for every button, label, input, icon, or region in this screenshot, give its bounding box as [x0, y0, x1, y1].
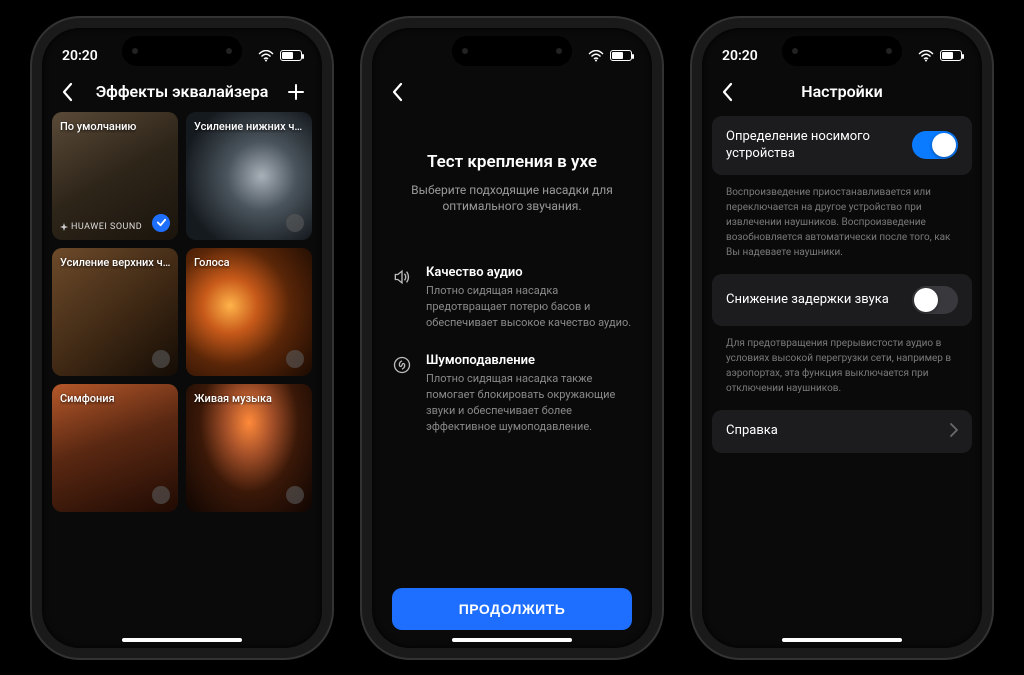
- nav-bar: Эффекты эквалайзера: [42, 74, 322, 112]
- fit-feature-audio: Качество аудио Плотно сидящая насадка пр…: [392, 265, 632, 331]
- huawei-sound-tag: HUAWEI SOUND: [60, 222, 142, 232]
- setting-description: Для предотвращения прерывистости аудио в…: [712, 334, 972, 410]
- preset-radio-icon: [152, 486, 170, 504]
- dynamic-island: [782, 36, 902, 66]
- page-title: Эффекты эквалайзера: [80, 82, 284, 101]
- preset-radio-icon: [152, 350, 170, 368]
- status-time: 20:20: [62, 48, 98, 64]
- phone-settings: 20:20 59 Настройки Определение носимого …: [692, 18, 992, 658]
- preset-treble-boost[interactable]: Усиление верхних ча…: [52, 248, 178, 376]
- back-icon[interactable]: [716, 82, 740, 102]
- feature-heading: Шумоподавление: [426, 353, 632, 368]
- preset-grid: По умолчанию HUAWEI SOUND Усиление нижни…: [52, 112, 312, 512]
- speaker-icon: [392, 265, 414, 331]
- page-title: Настройки: [740, 82, 944, 101]
- preset-bass-boost[interactable]: Усиление нижних час…: [186, 112, 312, 240]
- fit-test-title: Тест крепления в ухе: [392, 152, 632, 172]
- phone-fit-test: 20:20 59 Тест крепления в ухе Выберите п…: [362, 18, 662, 658]
- dynamic-island: [452, 36, 572, 66]
- nav-bar: Настройки: [702, 74, 982, 112]
- fit-feature-anc: Шумоподавление Плотно сидящая насадка та…: [392, 353, 632, 435]
- feature-body: Плотно сидящая насадка предотвращает пот…: [426, 283, 632, 331]
- nav-bar: [372, 74, 652, 112]
- continue-button[interactable]: ПРОДОЛЖИТЬ: [392, 588, 632, 630]
- setting-help[interactable]: Справка: [712, 410, 972, 453]
- preset-radio-icon: [286, 486, 304, 504]
- status-time: 20:20: [722, 48, 758, 64]
- battery-icon: 59: [280, 50, 302, 61]
- feature-heading: Качество аудио: [426, 265, 632, 280]
- home-indicator[interactable]: [782, 638, 902, 642]
- back-icon[interactable]: [386, 82, 410, 102]
- setting-wear-detection[interactable]: Определение носимого устройства: [712, 116, 972, 175]
- wifi-icon: [918, 50, 934, 62]
- wifi-icon: [588, 50, 604, 62]
- chevron-right-icon: [950, 422, 958, 441]
- preset-live[interactable]: Живая музыка: [186, 384, 312, 512]
- home-indicator[interactable]: [452, 638, 572, 642]
- feature-body: Плотно сидящая насадка также помогает бл…: [426, 371, 632, 435]
- dynamic-island: [122, 36, 242, 66]
- add-icon[interactable]: [284, 82, 308, 102]
- preset-selected-icon: [152, 214, 170, 232]
- preset-radio-icon: [286, 350, 304, 368]
- toggle-on-icon[interactable]: [912, 131, 958, 159]
- preset-default[interactable]: По умолчанию HUAWEI SOUND: [52, 112, 178, 240]
- phone-equalizer: 20:20 59 Эффекты эквалайзера По умолчани…: [32, 18, 332, 658]
- battery-icon: 59: [940, 50, 962, 61]
- toggle-off-icon[interactable]: [912, 286, 958, 314]
- setting-low-latency[interactable]: Снижение задержки звука: [712, 274, 972, 326]
- preset-symphony[interactable]: Симфония: [52, 384, 178, 512]
- home-indicator[interactable]: [122, 638, 242, 642]
- anc-icon: [392, 353, 414, 435]
- battery-icon: 59: [610, 50, 632, 61]
- back-icon[interactable]: [56, 82, 80, 102]
- fit-test-subtitle: Выберите подходящие насадки для оптималь…: [392, 182, 632, 216]
- preset-voices[interactable]: Голоса: [186, 248, 312, 376]
- preset-radio-icon: [286, 214, 304, 232]
- setting-description: Воспроизведение приостанавливается или п…: [712, 183, 972, 274]
- wifi-icon: [258, 50, 274, 62]
